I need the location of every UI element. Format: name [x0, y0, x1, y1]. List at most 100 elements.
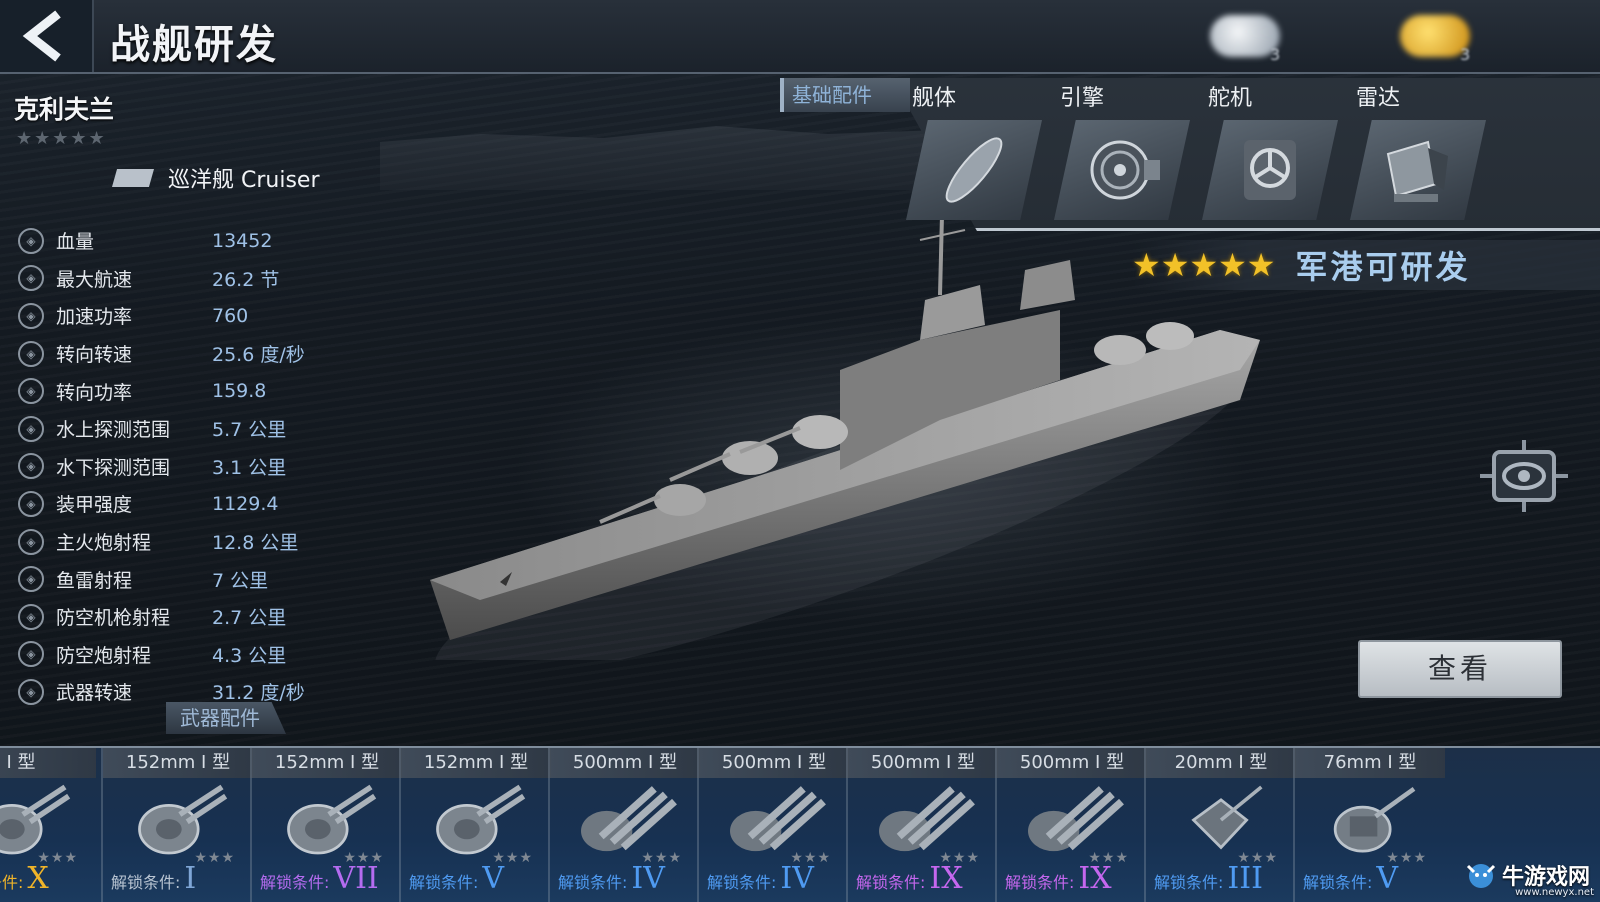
- stat-label: 血量: [56, 231, 95, 254]
- stat-label: 防空机枪射程: [56, 607, 171, 630]
- turret-icon: [262, 780, 392, 860]
- stat-icon: ◈: [18, 453, 44, 480]
- unlock-label: 解锁条件:: [707, 873, 777, 892]
- component-label: 雷达: [1356, 86, 1401, 111]
- stat-value: 13452: [212, 229, 273, 252]
- stat-row: ◈ 转向功率 159.8: [18, 372, 338, 410]
- weapon-card[interactable]: 500mm I 型 ★★★ 解锁条件: IX: [995, 748, 1147, 902]
- weapon-name: 500mm I 型: [550, 748, 700, 778]
- stat-value: 5.7 公里: [212, 419, 287, 442]
- stat-icon: ◈: [18, 265, 44, 292]
- cruiser-class-icon: [112, 169, 154, 187]
- weapon-card[interactable]: 500mm I 型 ★★★ 解锁条件: IV: [697, 748, 849, 902]
- resource-counter-2[interactable]: 3: [1400, 6, 1470, 66]
- stat-label: 防空炮射程: [56, 644, 152, 667]
- unlock-tier: III: [1227, 861, 1263, 896]
- unlock-condition: 解锁条件: I: [111, 864, 196, 896]
- stat-label: 水上探测范围: [56, 419, 171, 442]
- top-bar: 战舰研发 3 3: [0, 0, 1600, 74]
- ship-star-rating: ★★★★★: [16, 128, 107, 149]
- research-status: 军港可研发: [1295, 248, 1471, 286]
- back-arrow-icon: [22, 10, 61, 62]
- ship-name: 克利夫兰: [14, 95, 115, 124]
- basic-components-tab[interactable]: 基础配件: [780, 78, 910, 112]
- watermark: 牛游戏网 www.newyx.net: [1464, 850, 1600, 900]
- stat-row: ◈ 防空炮射程 4.3 公里: [18, 636, 338, 674]
- torpedo-icon: [1007, 780, 1137, 860]
- component-label: 引擎: [1060, 86, 1105, 111]
- stat-icon: ◈: [18, 603, 44, 630]
- weapon-components-tab[interactable]: 武器配件: [166, 702, 286, 734]
- stat-icon: ◈: [18, 227, 44, 254]
- stat-label: 加速功率: [56, 306, 133, 329]
- stat-row: ◈ 主火炮射程 12.8 公里: [18, 523, 338, 561]
- stat-icon: ◈: [18, 378, 44, 405]
- stat-row: ◈ 加速功率 760: [18, 297, 338, 335]
- steering-icon: [1202, 120, 1338, 220]
- component-tab-engine[interactable]: 引擎: [1046, 78, 1194, 226]
- unlock-label: 解锁条件:: [1154, 873, 1224, 892]
- weapon-name: 152mm I 型: [103, 748, 253, 778]
- research-status-row: ★★★★★ 军港可研发: [1132, 240, 1600, 290]
- weapon-name: I 型: [0, 748, 96, 778]
- stat-label: 最大航速: [56, 268, 133, 291]
- stat-label: 主火炮射程: [56, 532, 152, 555]
- stat-icon: ◈: [18, 415, 44, 442]
- torpedo-icon: [560, 780, 690, 860]
- unlock-tier: V: [482, 861, 505, 896]
- component-tab-radar[interactable]: 雷达: [1342, 78, 1490, 226]
- radar-icon: [1350, 120, 1486, 220]
- unlock-condition: 解锁条件: IV: [558, 864, 665, 896]
- weapon-card[interactable]: 76mm I 型 ★★★ 解锁条件: V: [1293, 748, 1445, 902]
- stat-row: ◈ 鱼雷射程 7 公里: [18, 560, 338, 598]
- unlock-condition: 解锁条件: IX: [856, 864, 963, 896]
- unlock-label: 解锁条件:: [260, 873, 330, 892]
- component-tab-hull[interactable]: 舰体: [898, 78, 1046, 226]
- unlock-label: 解锁条件:: [111, 873, 181, 892]
- stats-list: ◈ 血量 13452 ◈ 最大航速 26.2 节 ◈ 加速功率 760 ◈ 转向转速 25.6 度/秒…: [18, 222, 338, 711]
- unlock-label: 解锁条件:: [0, 873, 24, 892]
- stat-icon: ◈: [18, 340, 44, 367]
- unlock-tier: IV: [631, 861, 665, 896]
- weapon-card[interactable]: 20mm I 型 ★★★ 解锁条件: III: [1144, 748, 1296, 902]
- weapon-name: 500mm I 型: [848, 748, 998, 778]
- back-button[interactable]: [0, 0, 94, 72]
- component-tab-steering[interactable]: 舵机: [1194, 78, 1342, 226]
- stat-row: ◈ 水下探测范围 3.1 公里: [18, 448, 338, 486]
- engine-icon: [1054, 120, 1190, 220]
- cow-logo-icon: [1466, 864, 1496, 888]
- weapon-card[interactable]: 152mm I 型 ★★★ 解锁条件: VII: [250, 748, 402, 902]
- weapon-card[interactable]: I 型★★★解锁条件:X: [0, 748, 96, 902]
- weapon-name: 152mm I 型: [401, 748, 551, 778]
- weapon-name: 500mm I 型: [699, 748, 849, 778]
- unlock-label: 解锁条件:: [856, 873, 926, 892]
- unlock-condition: 解锁条件: IV: [707, 864, 814, 896]
- watermark-url: www.newyx.net: [1515, 887, 1594, 898]
- stat-value: 1129.4: [212, 492, 279, 515]
- unlock-tier: I: [184, 861, 197, 896]
- weapon-card[interactable]: 152mm I 型 ★★★ 解锁条件: V: [399, 748, 551, 902]
- stat-label: 鱼雷射程: [56, 569, 133, 592]
- unlock-tier: VII: [333, 861, 379, 896]
- unlock-condition: 解锁条件: V: [1303, 864, 1398, 896]
- weapon-card[interactable]: 500mm I 型 ★★★ 解锁条件: IX: [846, 748, 998, 902]
- turret-icon: [113, 780, 243, 860]
- view-button[interactable]: 查看: [1358, 640, 1562, 698]
- page-title: 战舰研发: [110, 22, 278, 68]
- stat-icon: ◈: [18, 528, 44, 555]
- camera-view-button[interactable]: [1480, 440, 1568, 512]
- unlock-tier: V: [1376, 861, 1399, 896]
- stat-icon: ◈: [18, 490, 44, 517]
- stat-row: ◈ 水上探测范围 5.7 公里: [18, 410, 338, 448]
- stat-icon: ◈: [18, 566, 44, 593]
- unlock-label: 解锁条件:: [1005, 873, 1075, 892]
- stat-value: 31.2 度/秒: [212, 682, 305, 705]
- stat-icon: ◈: [18, 302, 44, 329]
- weapon-card[interactable]: 152mm I 型 ★★★ 解锁条件: I: [101, 748, 253, 902]
- stat-label: 转向功率: [56, 381, 133, 404]
- unlock-condition: 解锁条件: VII: [260, 864, 379, 896]
- ship-class-label: 巡洋舰 Cruiser: [168, 168, 320, 193]
- resource-counter-1[interactable]: 3: [1210, 6, 1280, 66]
- stat-row: ◈ 最大航速 26.2 节: [18, 260, 338, 298]
- weapon-card[interactable]: 500mm I 型 ★★★ 解锁条件: IV: [548, 748, 700, 902]
